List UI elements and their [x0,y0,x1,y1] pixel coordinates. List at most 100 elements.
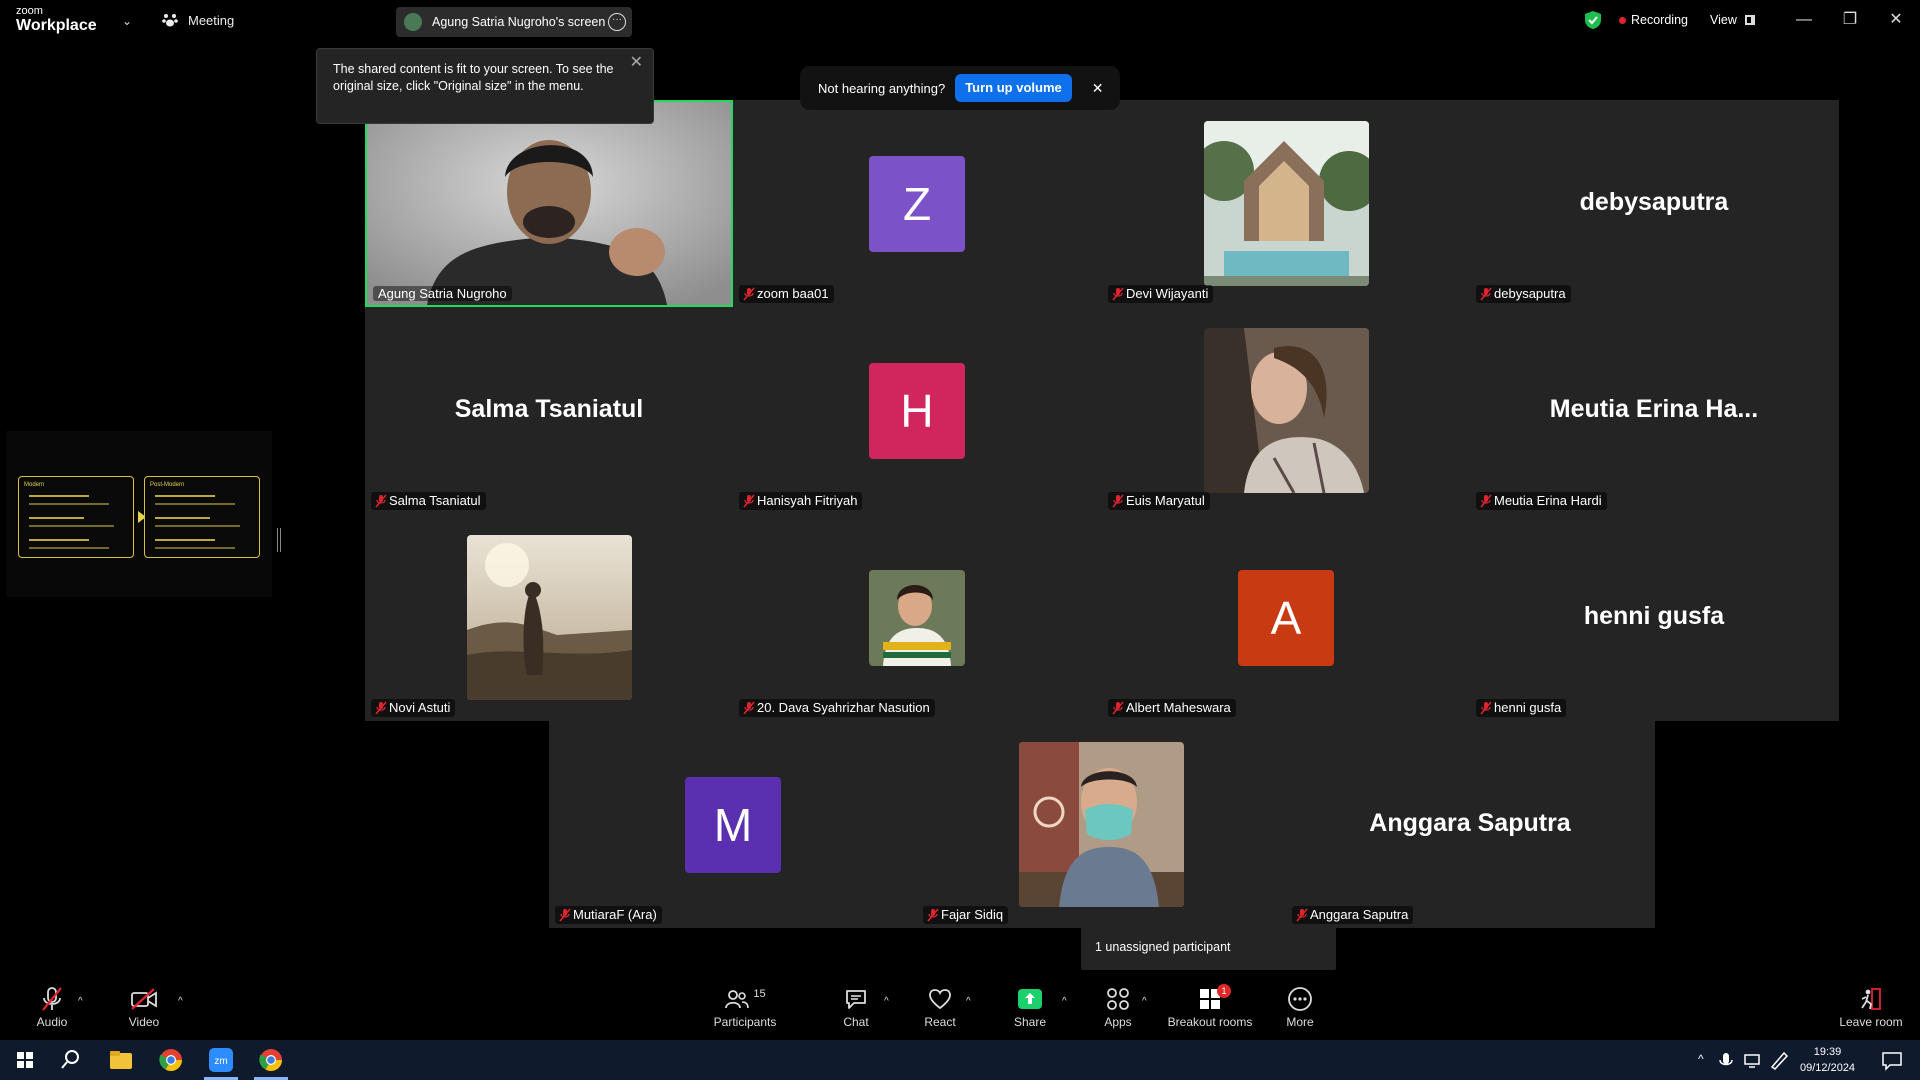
chevron-up-icon[interactable]: ^ [1062,996,1067,1007]
breakout-label: Breakout rooms [1167,1015,1253,1029]
participants-label: Participants [713,1015,777,1029]
more-icon [1288,987,1312,1011]
meeting-info-button[interactable]: Meeting [162,12,234,28]
turn-up-volume-button[interactable]: Turn up volume [955,74,1072,102]
view-button[interactable]: View [1710,13,1755,27]
chevron-up-icon[interactable]: ^ [1142,996,1147,1007]
participant-name-label: Salma Tsaniatul [371,492,486,510]
participant-name-label: Agung Satria Nugroho [373,286,512,301]
clock-date: 09/12/2024 [1800,1062,1856,1074]
participant-tile[interactable]: Meutia Erina Ha... Meutia Erina Hardi [1470,307,1838,514]
participant-tile[interactable]: A Albert Maheswara [1102,514,1470,721]
slide-text-line [29,539,89,541]
slide-text-line [155,517,210,519]
muted-mic-icon [1112,701,1124,715]
breakout-rooms-button[interactable]: 1 Breakout rooms [1164,984,1256,1036]
microphone-icon[interactable] [1716,1045,1736,1075]
participant-tile[interactable]: debysaputra debysaputra [1470,100,1838,307]
leave-room-button[interactable]: Leave room [1836,986,1906,1036]
encryption-shield-icon[interactable] [1585,11,1601,29]
participant-name: Devi Wijayanti [1126,286,1209,301]
share-button[interactable]: Share [1010,986,1050,1036]
participant-tile[interactable]: Anggara Saputra Anggara Saputra [1286,721,1654,928]
participant-tile[interactable]: M MutiaraF (Ara) [549,721,917,928]
participants-count: 15 [753,988,766,1000]
pen-icon[interactable] [1768,1045,1790,1075]
participant-name: Anggara Saputra [1310,907,1409,922]
participant-name: Fajar Sidiq [941,907,1004,922]
notification-icon[interactable] [1880,1045,1904,1075]
zoom-workplace-logo[interactable]: zoom Workplace [16,6,97,34]
fit-screen-tooltip: The shared content is fit to your screen… [316,48,654,124]
participant-tile[interactable]: Z zoom baa01 [733,100,1101,307]
close-icon[interactable]: ✕ [1884,8,1908,32]
search-icon[interactable] [56,1045,86,1075]
participant-tile[interactable]: Euis Maryatul [1102,307,1470,514]
chevron-up-icon[interactable]: ^ [1698,1052,1704,1066]
audio-button[interactable]: Audio [32,986,72,1036]
close-icon[interactable]: ✕ [1092,80,1104,97]
participant-name: debysaputra [1494,286,1566,301]
restore-icon[interactable]: ❐ [1838,8,1862,32]
muted-mic-icon [375,701,387,715]
participant-name: Euis Maryatul [1126,493,1205,508]
shared-screen-thumbnail[interactable]: Modern Post-Modern [6,431,272,597]
participant-tile[interactable]: Agung Satria Nugroho [365,100,733,307]
heart-icon [929,989,951,1010]
participant-tile[interactable]: Devi Wijayanti [1102,100,1470,307]
more-options-icon[interactable]: ··· [608,13,626,31]
participant-display-name: Meutia Erina Ha... [1549,395,1759,423]
chevron-up-icon[interactable]: ^ [178,996,183,1007]
slide-title-modern: Modern [24,482,45,488]
recording-indicator[interactable]: Recording [1619,13,1688,27]
chat-icon [846,990,866,1009]
minimize-icon[interactable]: — [1792,8,1816,32]
video-button[interactable]: Video [124,986,164,1036]
toast-text: Not hearing anything? [818,80,946,96]
participant-name-label: zoom baa01 [739,285,834,303]
leave-room-label: Leave room [1839,1015,1903,1029]
participant-name-label: henni gusfa [1476,699,1567,717]
participant-tile[interactable]: Fajar Sidiq [917,721,1285,928]
chat-button[interactable]: Chat [836,986,876,1036]
participants-button[interactable]: 15 Participants [712,986,778,1036]
svg-text:zm: zm [214,1056,227,1067]
network-icon[interactable] [1742,1045,1764,1075]
system-clock[interactable]: 19:39 09/12/2024 [1800,1044,1855,1076]
chevron-up-icon[interactable]: ^ [884,996,889,1007]
chevron-up-icon[interactable]: ^ [78,996,83,1007]
initial-avatar: Z [869,156,965,252]
record-dot-icon [1619,16,1626,24]
close-icon[interactable]: ✕ [630,54,643,71]
chevron-up-icon[interactable]: ^ [966,996,971,1007]
participant-name-label: debysaputra [1476,285,1571,303]
participant-tile[interactable]: henni gusfa henni gusfa [1470,514,1838,721]
slide-text-line [155,525,240,527]
apps-button[interactable]: Apps [1098,986,1138,1036]
screen-share-pill[interactable]: Agung Satria Nugroho's screen ··· [396,7,632,37]
react-button[interactable]: React [920,986,960,1036]
participant-tile[interactable]: H Hanisyah Fitriyah [733,307,1101,514]
participant-tile[interactable]: Novi Astuti [365,514,733,721]
chrome-icon[interactable] [156,1045,186,1075]
apps-icon [1107,988,1129,1010]
more-button[interactable]: More [1282,986,1318,1036]
windows-start-icon[interactable] [10,1045,40,1075]
chrome-profile-icon[interactable] [256,1045,286,1075]
file-explorer-icon[interactable] [106,1045,136,1075]
zoom-app-icon[interactable]: zm [206,1045,236,1075]
participant-name: Hanisyah Fitriyah [757,493,858,508]
logo-small-text: zoom [16,5,43,17]
chevron-down-icon[interactable]: ⌄ [122,14,132,28]
muted-mic-icon [559,908,571,922]
leave-room-icon [1861,988,1881,1010]
initial-avatar: A [1238,570,1334,666]
split-resize-handle[interactable] [277,528,281,552]
participant-name: 20. Dava Syahrizhar Nasution [757,700,930,715]
participant-tile[interactable]: 20. Dava Syahrizhar Nasution [733,514,1101,721]
participant-name-label: Devi Wijayanti [1108,285,1214,303]
participant-tile[interactable]: Salma Tsaniatul Salma Tsaniatul [365,307,733,514]
unassigned-participant-tooltip: 1 unassigned participant [1081,925,1336,970]
slide-text-line [155,547,235,549]
participant-name-label: MutiaraF (Ara) [555,906,662,924]
